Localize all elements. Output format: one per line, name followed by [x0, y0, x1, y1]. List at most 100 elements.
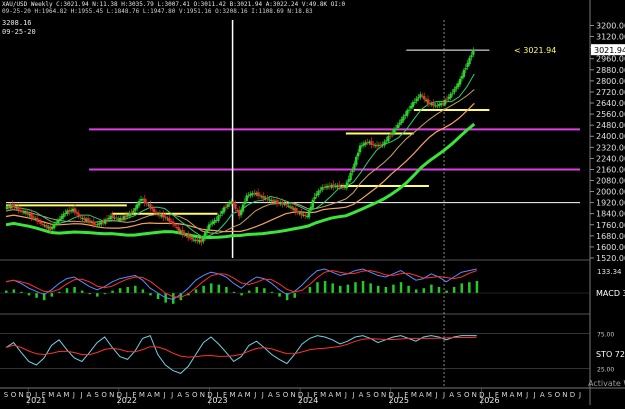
candle-body	[351, 170, 354, 173]
year-label: 2024	[298, 396, 318, 405]
x-tick-label: D	[570, 391, 575, 399]
macd-histogram-bar	[263, 288, 266, 293]
x-tick-label: M	[245, 391, 251, 399]
candle-body	[73, 208, 77, 213]
macd-histogram-bar	[141, 289, 145, 293]
candle-body	[392, 129, 396, 134]
y-tick-label: 2560.00	[596, 110, 625, 119]
macd-histogram-bar	[240, 293, 243, 296]
macd-histogram-bar	[247, 290, 251, 293]
ticker-line: XAU/USD Weekly C:3021.94 N:11.38 H:3035.…	[2, 1, 346, 8]
candle-body	[458, 78, 462, 85]
x-tick-label: M	[411, 391, 417, 399]
macd-histogram-bar	[134, 285, 137, 293]
candle-body	[187, 234, 190, 238]
y-tick-label: 1920.00	[596, 199, 625, 208]
candle-body	[445, 99, 449, 101]
candle-body	[75, 212, 79, 214]
sto-label: STO 72	[596, 350, 625, 359]
chart-svg: 3200.003120.003040.002960.002880.002800.…	[0, 0, 625, 405]
x-tick-label: O	[464, 391, 470, 399]
candle-body	[149, 204, 152, 209]
candle-body	[17, 206, 20, 211]
candle-body	[451, 92, 454, 94]
x-tick-label: M	[139, 391, 145, 399]
x-tick-label: J	[525, 391, 528, 399]
year-label: 2022	[117, 396, 137, 405]
candle-body	[234, 203, 237, 209]
x-tick-label: O	[555, 391, 561, 399]
x-tick-label: A	[449, 391, 454, 399]
x-tick-label: M	[230, 391, 236, 399]
candle-body	[453, 88, 456, 93]
candle-body	[313, 196, 316, 200]
x-tick-label: M	[48, 391, 54, 399]
macd-histogram-bar	[111, 290, 114, 293]
candle-body	[134, 208, 137, 211]
x-tick-label: N	[109, 391, 114, 399]
candle-body	[13, 205, 16, 207]
y-tick-label: 2080.00	[596, 177, 625, 186]
macd-histogram-bar	[5, 290, 8, 293]
x-tick-label: M	[154, 391, 160, 399]
y-tick-label: 1600.00	[596, 243, 625, 252]
candle-body	[472, 49, 475, 55]
candle-body	[26, 212, 29, 215]
candle-body	[183, 233, 186, 235]
y-tick-label: 2880.00	[596, 66, 625, 75]
macd-histogram-bar	[278, 293, 281, 297]
x-tick-label: J	[79, 391, 82, 399]
y-tick-label: 2320.00	[596, 143, 625, 152]
x-tick-label: J	[163, 391, 166, 399]
macd-histogram-bar	[445, 290, 448, 293]
macd-histogram-bar	[202, 285, 205, 293]
x-tick-label: A	[238, 391, 243, 399]
x-tick-label: M	[320, 391, 326, 399]
candle-body	[449, 93, 452, 99]
x-tick-label: J	[351, 391, 354, 399]
macd-histogram-bar	[475, 281, 479, 293]
x-tick-label: J	[344, 391, 347, 399]
candle-body	[383, 141, 386, 146]
candle-body	[39, 221, 43, 224]
candle-body	[132, 210, 135, 213]
sto-75-label: 75.00	[597, 332, 614, 339]
candle-body	[396, 124, 399, 128]
candle-body	[154, 212, 158, 214]
candle-body	[52, 223, 56, 229]
x-tick-label: M	[517, 391, 523, 399]
candle-body	[443, 99, 447, 105]
macd-histogram-bar	[80, 290, 84, 293]
year-label: 2026	[479, 396, 499, 405]
candle-body	[258, 195, 262, 197]
year-label: 2025	[389, 396, 409, 405]
x-tick-label: M	[426, 391, 432, 399]
y-tick-label: 2400.00	[596, 132, 625, 141]
candle-body	[349, 172, 352, 181]
macd-histogram-bar	[339, 285, 342, 293]
last-price-label: 3021.94	[594, 46, 625, 55]
candle-body	[207, 224, 211, 230]
candle-body	[389, 135, 392, 137]
candle-body	[171, 221, 175, 225]
x-tick-label: N	[381, 391, 386, 399]
x-tick-label: O	[192, 391, 198, 399]
candle-body	[153, 209, 156, 212]
y-tick-label: 2480.00	[596, 121, 625, 130]
candle-body	[232, 202, 235, 205]
candle-body	[290, 206, 294, 209]
candle-body	[88, 220, 92, 222]
candle-body	[266, 198, 269, 200]
candle-body	[226, 204, 230, 207]
macd-histogram-bar	[225, 287, 228, 293]
x-tick-label: J	[72, 391, 75, 399]
x-tick-label: M	[63, 391, 69, 399]
x-tick-label: J	[261, 391, 264, 399]
candle-body	[413, 101, 416, 103]
candle-body	[145, 201, 148, 204]
candle-body	[92, 221, 95, 225]
macd-histogram-bar	[118, 288, 122, 293]
macd-histogram-bar	[361, 281, 365, 293]
macd-histogram-bar	[331, 283, 334, 293]
x-tick-label: S	[457, 391, 462, 399]
